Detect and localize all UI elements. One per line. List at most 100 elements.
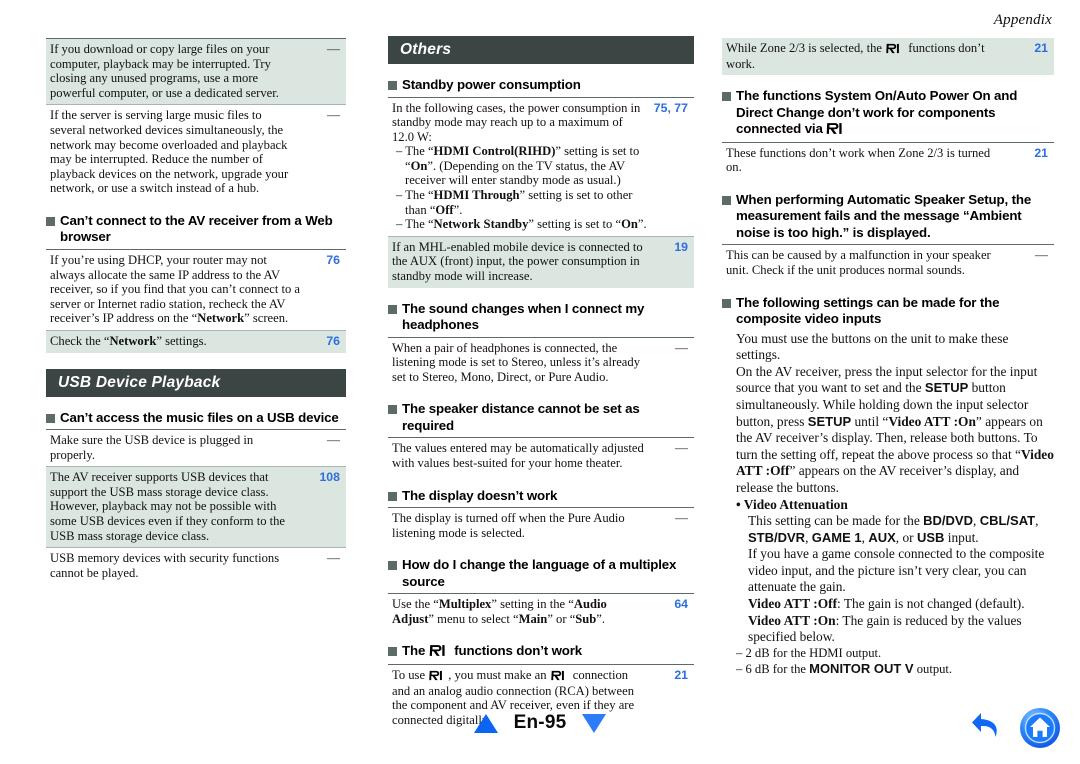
question-heading-label: The sound changes when I connect my head… xyxy=(402,300,645,333)
page-ref[interactable]: 76 xyxy=(302,249,346,331)
video-att-on-line: Video ATT :On: The gain is reduced by th… xyxy=(748,612,1022,645)
answer-table-speaker-distance: The values entered may be automatically … xyxy=(388,437,694,474)
ri-logo-icon xyxy=(428,669,448,684)
table-row: Use the “Multiplex” setting in the “Audi… xyxy=(388,594,694,631)
page-ref[interactable]: 21 xyxy=(1010,142,1054,179)
table-row: USB memory devices with security functio… xyxy=(46,548,346,585)
answer-text: If an MHL-enabled mobile device is conne… xyxy=(388,236,650,288)
page-footer: En-95 xyxy=(0,706,1080,750)
back-arrow-icon[interactable] xyxy=(968,707,1010,754)
page-ref[interactable]: 76 xyxy=(302,330,346,353)
square-bullet-icon xyxy=(388,561,397,571)
page-ref[interactable]: 64 xyxy=(650,594,694,631)
three-column-body: If you download or copy large files on y… xyxy=(0,36,1080,731)
answer-table-network-continued: If you download or copy large files on y… xyxy=(46,38,346,200)
answer-table-web-browser: If you’re using DHCP, your router may no… xyxy=(46,248,346,353)
page-ref[interactable]: — xyxy=(302,38,346,106)
home-icon[interactable] xyxy=(1018,706,1062,755)
table-row: While Zone 2/3 is selected, the function… xyxy=(722,38,1054,76)
answer-text: The values entered may be automatically … xyxy=(392,441,644,470)
square-bullet-icon xyxy=(722,298,731,308)
answer-table-ambient-noise: This can be caused by a malfunction in y… xyxy=(722,244,1054,281)
table-row: If the server is serving large music fil… xyxy=(46,105,346,200)
question-heading-label: The display doesn’t work xyxy=(402,487,558,503)
ri-logo-icon xyxy=(429,644,451,661)
manual-page: Appendix If you download or copy large f… xyxy=(0,0,1080,764)
composite-video-body: You must use the buttons on the unit to … xyxy=(722,331,1054,678)
table-row: If an MHL-enabled mobile device is conne… xyxy=(388,236,694,288)
table-row: The AV receiver supports USB devices tha… xyxy=(46,466,346,549)
video-attenuation-inputs: This setting can be made for the BD/DVD,… xyxy=(748,513,1039,545)
monitor-out-v-label: MONITOR OUT V xyxy=(809,661,914,677)
page-ref[interactable]: — xyxy=(302,429,346,468)
page-ref[interactable]: — xyxy=(302,105,346,200)
page-header-appendix: Appendix xyxy=(993,12,1052,28)
answer-text: This can be caused by a malfunction in y… xyxy=(726,248,991,277)
answer-text: While Zone 2/3 is selected, the function… xyxy=(722,38,1010,76)
ri-logo-icon xyxy=(885,42,905,57)
page-ref[interactable]: — xyxy=(302,548,346,585)
video-attenuation-label: Video Attenuation xyxy=(743,496,848,512)
square-bullet-icon xyxy=(388,647,397,657)
gain-hdmi-line: – 2 dB for the HDMI output. xyxy=(736,645,882,660)
table-row: If you download or copy large files on y… xyxy=(46,38,346,106)
page-ref[interactable]: 21 xyxy=(1010,38,1054,76)
answer-text: Use the “Multiplex” setting in the “Audi… xyxy=(392,597,607,626)
section-bar-others: Others xyxy=(388,36,694,64)
column-left: If you download or copy large files on y… xyxy=(0,36,358,731)
video-attenuation-bullet: • Video Attenuation xyxy=(736,496,848,512)
question-heading-standby-power: Standby power consumption xyxy=(388,77,694,94)
video-att-off-line: Video ATT :Off: The gain is not changed … xyxy=(748,596,1025,612)
answer-text: Make sure the USB device is plugged in p… xyxy=(46,429,302,468)
triangle-up-icon[interactable] xyxy=(473,713,498,733)
table-row: The display is turned off when the Pure … xyxy=(388,508,694,545)
table-row: These functions don’t work when Zone 2/3… xyxy=(722,142,1054,179)
question-heading-label: Can’t connect to the AV receiver from a … xyxy=(60,212,333,245)
triangle-down-icon[interactable] xyxy=(582,713,607,733)
table-row: Make sure the USB device is plugged in p… xyxy=(46,429,346,468)
section-bar-usb-device-playback: USB Device Playback xyxy=(46,368,346,397)
navigation-icons xyxy=(968,706,1062,755)
page-ref[interactable]: — xyxy=(1010,245,1054,282)
question-heading-web-browser: Can’t connect to the AV receiver from a … xyxy=(46,213,346,246)
answer-text: The AV receiver supports USB devices tha… xyxy=(46,466,302,549)
answer-table-headphones: When a pair of headphones is connected, … xyxy=(388,336,694,389)
question-heading-label: Standby power consumption xyxy=(402,77,581,92)
answer-text: USB memory devices with security functio… xyxy=(50,551,280,580)
page-ref[interactable]: — xyxy=(650,508,694,545)
square-bullet-icon xyxy=(388,491,397,501)
table-row: Check the “Network” settings. 76 xyxy=(46,330,346,353)
question-heading-ri-functions: The functions don’t work xyxy=(388,643,694,661)
square-bullet-icon xyxy=(722,195,731,205)
page-ref[interactable]: 75, 77 xyxy=(649,97,694,237)
answer-text: When a pair of headphones is connected, … xyxy=(392,340,640,384)
page-ref[interactable]: 19 xyxy=(649,236,694,288)
question-heading-composite-video: The following settings can be made for t… xyxy=(722,295,1054,328)
column-middle: Others Standby power consumption In the … xyxy=(358,36,706,731)
answer-table-display: The display is turned off when the Pure … xyxy=(388,507,694,544)
page-navigation: En-95 xyxy=(0,712,1080,734)
page-ref[interactable]: 108 xyxy=(302,466,346,549)
square-bullet-icon xyxy=(722,92,731,102)
video-attenuation-paragraph: If you have a game console connected to … xyxy=(748,546,1045,595)
table-row: In the following cases, the power consum… xyxy=(388,97,694,237)
answer-table-system-on: These functions don’t work when Zone 2/3… xyxy=(722,141,1054,179)
table-row: If you’re using DHCP, your router may no… xyxy=(46,249,346,331)
column-right: While Zone 2/3 is selected, the function… xyxy=(706,36,1080,731)
question-heading-headphones: The sound changes when I connect my head… xyxy=(388,301,694,334)
page-ref[interactable]: — xyxy=(650,337,694,388)
ri-logo-icon xyxy=(550,669,570,684)
table-row: The values entered may be automatically … xyxy=(388,438,694,475)
square-bullet-icon xyxy=(46,216,55,226)
question-heading-label: The following settings can be made for t… xyxy=(736,294,1000,327)
table-row: When a pair of headphones is connected, … xyxy=(388,337,694,388)
page-ref[interactable]: — xyxy=(650,438,694,475)
question-heading-label: The speaker distance cannot be set as re… xyxy=(402,401,640,433)
table-row: This can be caused by a malfunction in y… xyxy=(722,245,1054,282)
question-heading-multiplex: How do I change the language of a multip… xyxy=(388,557,694,590)
question-heading-post: functions don’t work xyxy=(450,643,583,659)
question-heading-ambient-noise: When performing Automatic Speaker Setup,… xyxy=(722,192,1054,242)
square-bullet-icon xyxy=(388,304,397,314)
question-heading-speaker-distance: The speaker distance cannot be set as re… xyxy=(388,401,694,434)
page-number-label: En-95 xyxy=(513,712,567,733)
